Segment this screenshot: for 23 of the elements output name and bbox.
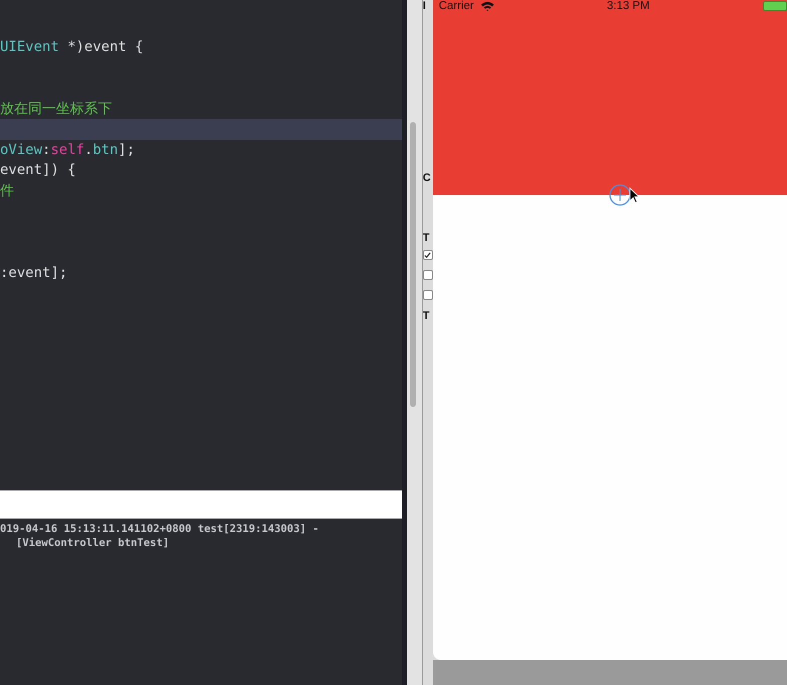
code-line: :event]; (0, 264, 68, 282)
checkbox[interactable] (422, 250, 433, 260)
console-line: [ViewController btnTest] (15, 536, 170, 550)
battery-icon (763, 1, 787, 11)
inspector-label: C (422, 172, 431, 184)
code-line: UIEvent *)event { (0, 38, 144, 57)
code-line: 件 (0, 182, 15, 200)
code-editor[interactable]: UIEvent *)event { 放在同一坐标系下 oView:self.btn]; event]) { 件 :event]; (0, 0, 402, 490)
checkbox[interactable] (422, 270, 433, 280)
inspector-label: I (422, 0, 426, 12)
console-line: 019-04-16 15:13:11.141102+0800 test[2319:143003] - (0, 522, 320, 536)
mouse-pointer-icon (628, 187, 640, 204)
code-line: event]) { (0, 161, 77, 180)
touch-indicator-icon (608, 184, 631, 206)
inspector-label: T (422, 310, 430, 322)
code-line: oView:self.btn]; (0, 140, 136, 160)
carrier-label: Carrier (438, 0, 474, 12)
checkbox[interactable] (422, 290, 433, 300)
inspector-label: T (422, 232, 430, 244)
status-time: 3:13 PM (606, 0, 650, 12)
code-line: 放在同一坐标系下 (0, 100, 113, 118)
wifi-icon (480, 0, 495, 12)
scroll-thumb[interactable] (410, 122, 416, 407)
